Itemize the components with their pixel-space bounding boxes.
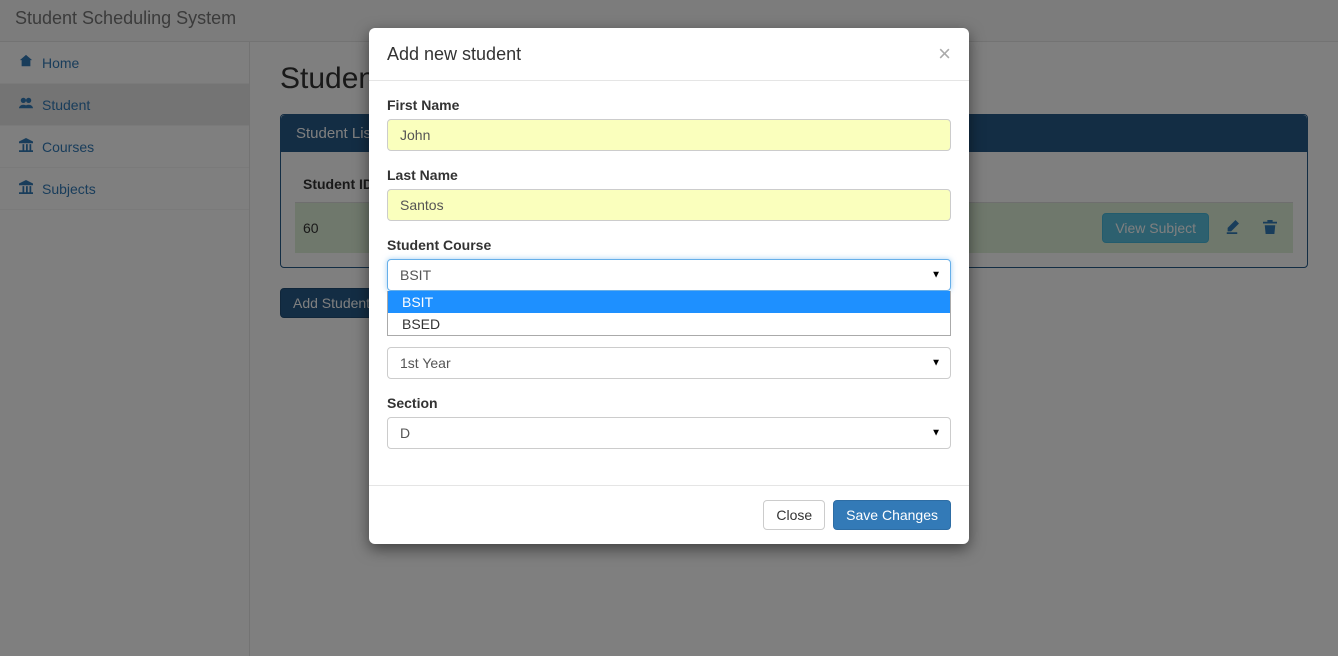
last-name-input[interactable] [387,189,951,221]
close-icon: × [938,41,951,66]
course-select-value: BSIT [400,267,431,283]
section-select-value: D [400,425,410,441]
close-button[interactable]: Close [763,500,825,530]
section-select[interactable]: D [387,417,951,449]
modal-title: Add new student [387,44,521,65]
add-student-modal: Add new student × First Name Last Name S… [369,28,969,544]
save-changes-button[interactable]: Save Changes [833,500,951,530]
year-select-value: 1st Year [400,355,451,371]
course-select[interactable]: BSIT [387,259,951,291]
course-dropdown: BSIT BSED [387,291,951,336]
last-name-label: Last Name [387,167,951,183]
course-option-bsit[interactable]: BSIT [388,291,950,313]
course-option-bsed[interactable]: BSED [388,313,950,335]
modal-close-button[interactable]: × [938,43,951,65]
first-name-input[interactable] [387,119,951,151]
course-label: Student Course [387,237,951,253]
modal-overlay: Add new student × First Name Last Name S… [0,0,1338,656]
year-select[interactable]: 1st Year [387,347,951,379]
first-name-label: First Name [387,97,951,113]
section-label: Section [387,395,951,411]
